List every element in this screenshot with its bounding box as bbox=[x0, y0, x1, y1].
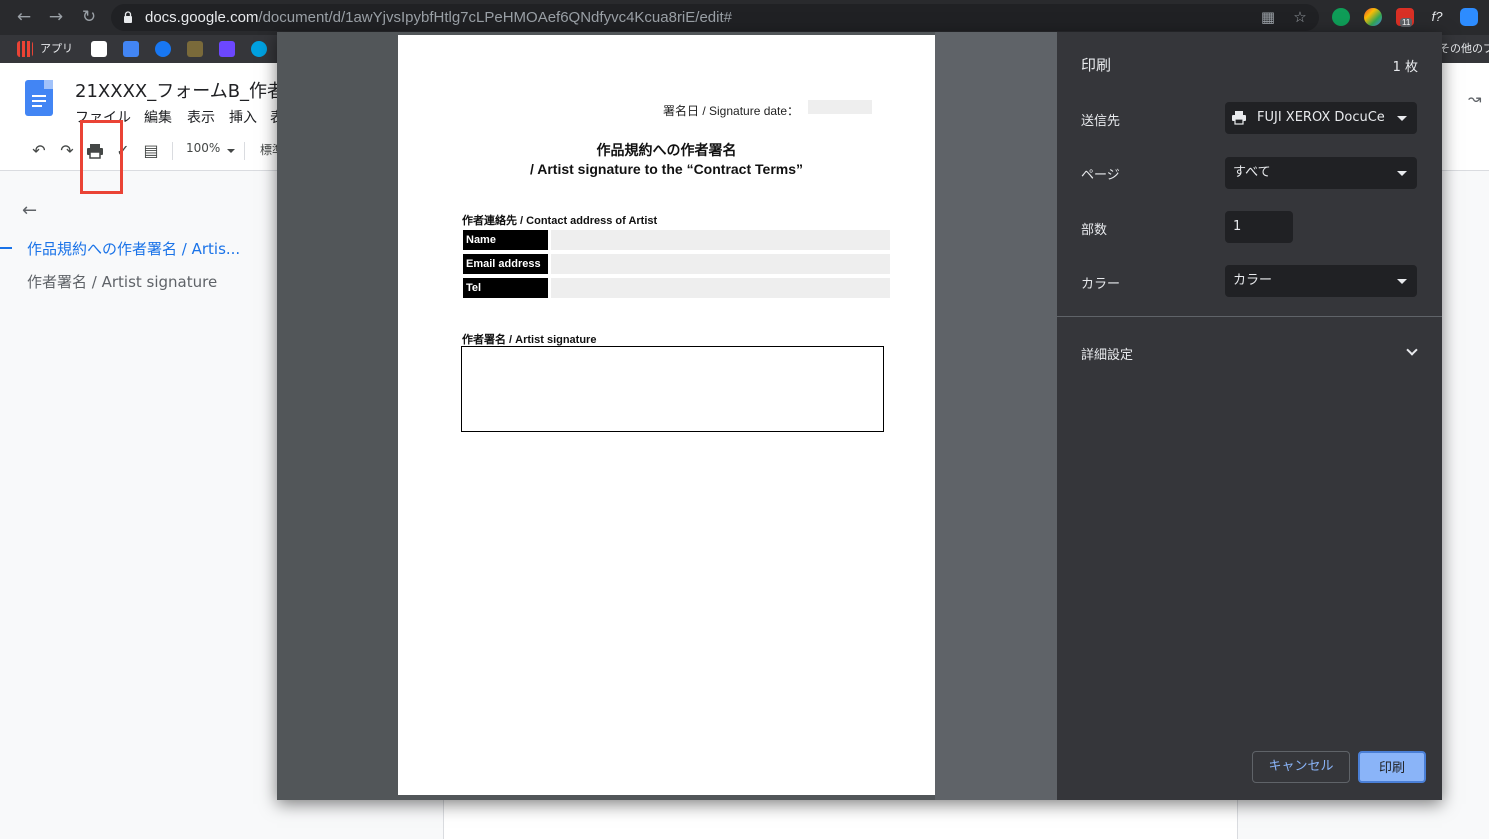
pages-value: すべて bbox=[1233, 165, 1271, 180]
color-label: カラー bbox=[1081, 277, 1121, 292]
contact-heading: 作者連絡先 / Contact address of Artist bbox=[462, 215, 658, 227]
pages-caret-icon bbox=[1397, 171, 1407, 176]
print-button-highlight bbox=[80, 120, 123, 194]
row-label-tel: Tel bbox=[463, 278, 548, 298]
signature-date-label: 署名日 / Signature date： bbox=[663, 104, 800, 118]
docs-logo-icon[interactable] bbox=[25, 80, 53, 116]
calendar-icon[interactable] bbox=[123, 41, 139, 57]
pages-label: ページ bbox=[1081, 168, 1120, 183]
apps-bookmark[interactable]: アプリ bbox=[40, 40, 73, 58]
settings-divider bbox=[1057, 316, 1442, 317]
printer-icon bbox=[1232, 111, 1246, 125]
more-settings-toggle[interactable]: 詳細設定 bbox=[1081, 344, 1133, 363]
outline-heading-2[interactable]: 作者署名 / Artist signature bbox=[27, 271, 217, 292]
extension-badge: 11 bbox=[1400, 18, 1413, 27]
back-arrow-icon[interactable]: ← bbox=[13, 6, 35, 28]
print-settings-panel: 印刷 1 枚 送信先 FUJI XEROX DocuCentre ページ すべて… bbox=[1057, 32, 1442, 800]
zoom-select[interactable]: 100% bbox=[186, 141, 220, 155]
cancel-button[interactable]: キャンセル bbox=[1252, 751, 1350, 783]
browser-toolbar: ← → ↻ docs.google.com/document/d/1awYjvs… bbox=[0, 0, 1489, 35]
destination-caret-icon bbox=[1397, 116, 1407, 121]
print-dialog: 署名日 / Signature date： 作品規約への作者署名 / Artis… bbox=[277, 32, 1442, 800]
signature-heading: 作者署名 / Artist signature bbox=[462, 334, 597, 346]
color-caret-icon bbox=[1397, 279, 1407, 284]
outline-active-indicator bbox=[0, 247, 12, 249]
print-button[interactable]: 印刷 bbox=[1358, 751, 1426, 783]
preview-scroll-strip bbox=[935, 32, 1057, 800]
extension-formula-icon[interactable]: f? bbox=[1428, 8, 1446, 26]
extension-color-icon[interactable] bbox=[1364, 8, 1382, 26]
document-page-background bbox=[443, 799, 1238, 839]
sheet-count: 1 枚 bbox=[1392, 60, 1418, 75]
color-value: カラー bbox=[1233, 273, 1273, 288]
activity-trend-icon[interactable]: ↝ bbox=[1468, 89, 1481, 108]
chevron-down-icon[interactable] bbox=[1406, 344, 1418, 356]
menu-edit[interactable]: 編集 bbox=[144, 107, 172, 127]
outline-back-arrow-icon[interactable]: ← bbox=[22, 200, 37, 221]
signature-box bbox=[461, 346, 884, 432]
print-preview-area: 署名日 / Signature date： 作品規約への作者署名 / Artis… bbox=[277, 32, 1057, 800]
url-text[interactable]: docs.google.com/document/d/1awYjvsIpybfH… bbox=[145, 4, 732, 31]
lock-icon bbox=[124, 11, 132, 23]
undo-icon[interactable]: ↶ bbox=[28, 140, 50, 162]
extension-green-icon[interactable] bbox=[1332, 8, 1350, 26]
forward-arrow-icon[interactable]: → bbox=[45, 6, 67, 28]
preview-title-line2: / Artist signature to the “Contract Term… bbox=[529, 161, 804, 177]
facebook-icon[interactable] bbox=[155, 41, 171, 57]
extension-calendar-icon[interactable]: 11 bbox=[1396, 8, 1414, 27]
print-dialog-title: 印刷 bbox=[1081, 56, 1112, 74]
stripe-icon[interactable] bbox=[219, 41, 235, 57]
preview-page: 署名日 / Signature date： 作品規約への作者署名 / Artis… bbox=[398, 35, 935, 795]
preview-title-line1: 作品規約への作者署名 bbox=[596, 143, 737, 159]
bookmark-star-icon[interactable]: ☆ bbox=[1291, 8, 1309, 26]
pages-select[interactable]: すべて bbox=[1225, 157, 1417, 189]
copies-input[interactable]: 1 bbox=[1225, 211, 1293, 243]
row-field-email bbox=[551, 254, 890, 274]
other-bookmarks[interactable]: その他のブ bbox=[1439, 40, 1489, 58]
color-select[interactable]: カラー bbox=[1225, 265, 1417, 297]
address-bar[interactable]: docs.google.com/document/d/1awYjvsIpybfH… bbox=[111, 4, 1319, 31]
outline-heading-1[interactable]: 作品規約への作者署名 / Artis... bbox=[27, 238, 240, 259]
destination-value: FUJI XEROX DocuCentre bbox=[1257, 110, 1385, 125]
zoom-extension-icon[interactable] bbox=[1460, 8, 1478, 26]
menu-view[interactable]: 表示 bbox=[187, 107, 215, 127]
bookmark-image-icon[interactable] bbox=[187, 41, 203, 57]
menu-insert[interactable]: 挿入 bbox=[229, 107, 257, 127]
document-title[interactable]: 21XXXX_フォームB_作者署 bbox=[75, 77, 303, 103]
destination-select[interactable]: FUJI XEROX DocuCentre bbox=[1225, 102, 1417, 134]
qr-code-icon[interactable]: ▦ bbox=[1259, 8, 1277, 26]
salesforce-icon[interactable] bbox=[251, 41, 267, 57]
destination-label: 送信先 bbox=[1081, 114, 1121, 129]
paint-format-icon[interactable]: ▤ bbox=[140, 140, 162, 162]
gmail-icon[interactable] bbox=[91, 41, 107, 57]
copies-label: 部数 bbox=[1081, 223, 1108, 238]
apps-grid-icon[interactable] bbox=[17, 41, 33, 57]
row-label-email: Email address bbox=[463, 254, 548, 274]
row-field-tel bbox=[551, 278, 890, 298]
signature-date-field bbox=[808, 100, 872, 114]
row-field-name bbox=[551, 230, 890, 250]
redo-icon[interactable]: ↷ bbox=[56, 140, 78, 162]
reload-icon[interactable]: ↻ bbox=[78, 6, 100, 28]
zoom-caret-icon[interactable] bbox=[227, 149, 235, 153]
row-label-name: Name bbox=[463, 230, 548, 250]
